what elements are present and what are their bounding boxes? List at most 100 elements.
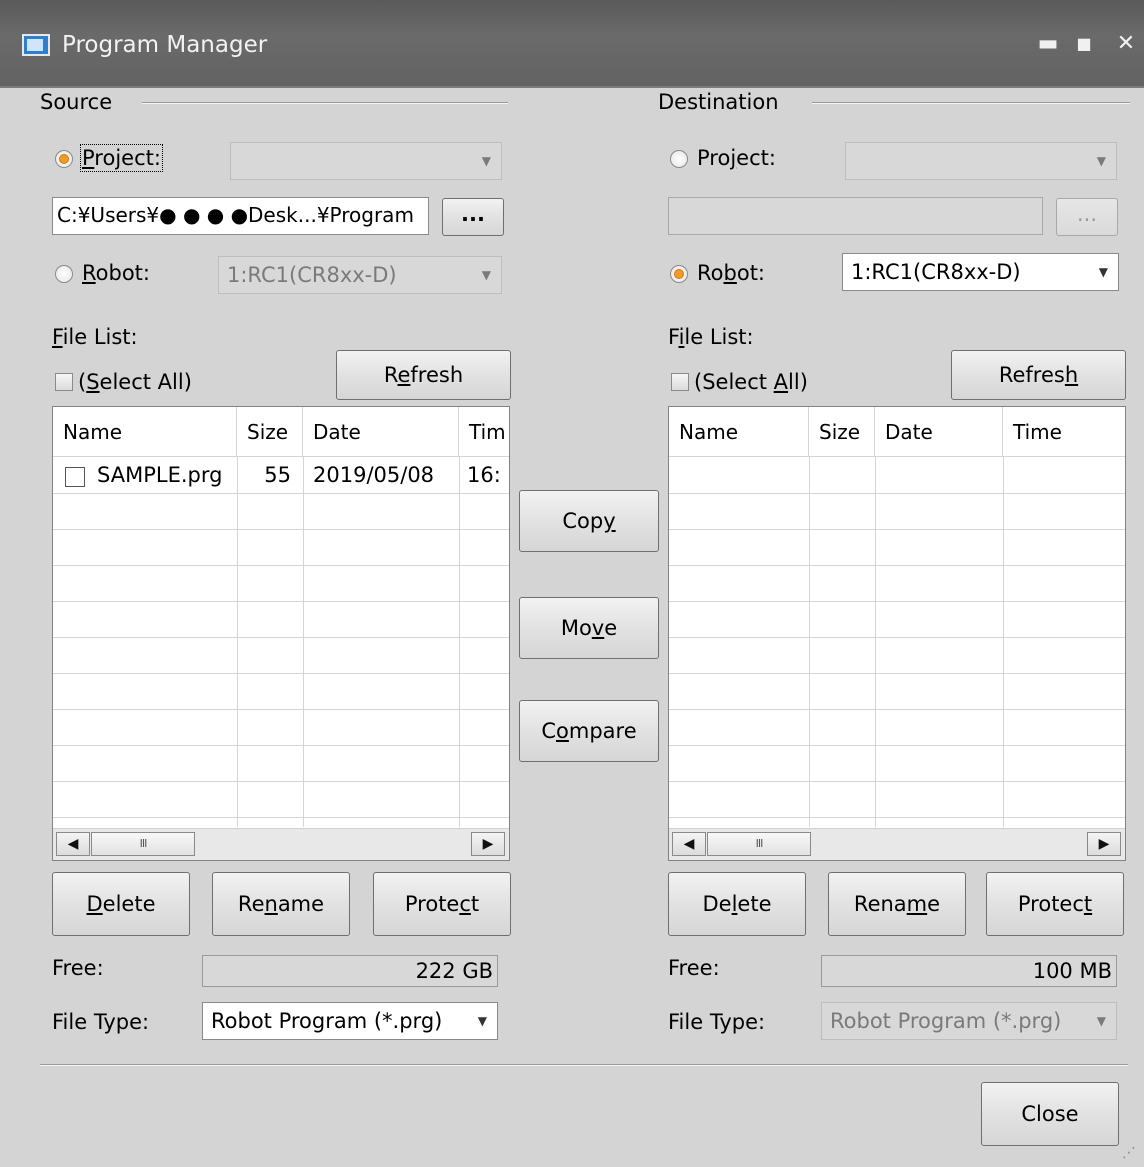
source-refresh-button[interactable]: Refresh [336,350,511,400]
app-icon [22,34,50,56]
chevron-down-icon: ▼ [1096,154,1106,168]
source-group-divider [142,102,508,104]
maximize-icon[interactable]: ■ [1070,30,1098,58]
source-rename-button[interactable]: Rename [212,872,350,936]
chevron-down-icon: ▼ [477,1014,487,1028]
source-project-combo[interactable]: ▼ [230,142,502,180]
source-delete-button[interactable]: Delete [52,872,190,936]
grid-column-line [1003,457,1004,827]
close-button[interactable]: Close [981,1082,1119,1146]
destination-robot-label[interactable]: Robot: [697,261,765,285]
source-column-size[interactable]: Size [237,407,303,457]
resize-grip-icon[interactable]: ⋰ [1122,1145,1136,1161]
source-project-label[interactable]: Project: [80,144,163,172]
grid-row-line [53,493,509,494]
destination-file-type-combo[interactable]: Robot Program (*.prg) ▼ [821,1002,1117,1040]
chevron-down-icon: ▼ [481,268,491,282]
grid-row-line [669,601,1125,602]
grid-row-line [53,745,509,746]
source-group-label: Source [40,90,113,114]
destination-file-type-value: Robot Program (*.prg) [830,1009,1062,1033]
destination-horizontal-scrollbar[interactable]: ◀ III ▶ [669,828,1125,860]
window-title: Program Manager [62,32,268,58]
destination-group-divider [812,102,1130,104]
destination-browse-button[interactable]: ... [1056,198,1118,236]
scroll-right-icon[interactable]: ▶ [471,832,505,856]
destination-file-list[interactable]: Name Size Date Time ◀ III ▶ [668,406,1126,861]
source-free-label: Free: [52,956,104,980]
source-project-radio[interactable] [55,150,73,168]
row-size: 55 [264,463,291,487]
grid-row-line [53,565,509,566]
source-column-name[interactable]: Name [53,407,237,457]
destination-refresh-button[interactable]: Refresh [951,350,1126,400]
grid-row-line [53,817,509,818]
grid-row-line [53,673,509,674]
source-file-type-combo[interactable]: Robot Program (*.prg) ▼ [202,1002,498,1040]
source-select-all-checkbox[interactable] [55,373,73,391]
grid-row-line [669,817,1125,818]
chevron-down-icon: ▼ [1096,1014,1106,1028]
row-checkbox[interactable] [65,467,85,487]
grid-row-line [669,673,1125,674]
source-browse-button[interactable]: ... [442,198,504,236]
source-free-value: 222 GB [202,955,498,987]
source-path-field[interactable]: C:¥Users¥● ● ● ●Desk...¥Program [52,197,429,235]
source-select-all-label[interactable]: (Select All) [78,370,192,394]
destination-column-date[interactable]: Date [875,407,1003,457]
compare-button[interactable]: Compare [519,700,659,762]
destination-free-label: Free: [668,956,720,980]
destination-rename-button[interactable]: Rename [828,872,966,936]
source-robot-combo[interactable]: 1:RC1(CR8xx-D) ▼ [218,256,502,294]
grid-column-line [237,457,238,827]
destination-robot-radio[interactable] [670,265,688,283]
row-time: 16: [467,463,501,487]
scroll-thumb[interactable]: III [91,832,195,856]
grid-column-line [809,457,810,827]
source-robot-radio[interactable] [55,265,73,283]
minimize-icon[interactable]: ▬ [1034,30,1062,58]
grid-column-line [459,457,460,827]
grid-row-line [669,781,1125,782]
grid-row-line [53,601,509,602]
source-protect-button[interactable]: Protect [373,872,511,936]
destination-select-all-label[interactable]: (Select All) [694,370,808,394]
source-horizontal-scrollbar[interactable]: ◀ III ▶ [53,828,509,860]
scroll-left-icon[interactable]: ◀ [56,832,90,856]
copy-button[interactable]: Copy [519,490,659,552]
destination-path-field[interactable] [668,197,1043,235]
grid-row-line [669,565,1125,566]
grid-row-line [669,745,1125,746]
grid-row-line [53,709,509,710]
grid-row-line [669,637,1125,638]
grid-row-line [53,637,509,638]
source-column-date[interactable]: Date [303,407,459,457]
destination-column-size[interactable]: Size [809,407,875,457]
destination-column-name[interactable]: Name [669,407,809,457]
destination-project-combo[interactable]: ▼ [845,142,1117,180]
grid-column-line [875,457,876,827]
scroll-right-icon[interactable]: ▶ [1087,832,1121,856]
scroll-left-icon[interactable]: ◀ [672,832,706,856]
destination-file-list-label: File List: [668,325,754,349]
grid-row-line [53,529,509,530]
source-robot-combo-value: 1:RC1(CR8xx-D) [227,263,397,287]
footer-divider [40,1064,1128,1066]
destination-column-time[interactable]: Time [1003,407,1125,457]
destination-select-all-checkbox[interactable] [671,373,689,391]
title-bar[interactable]: Program Manager ▬ ■ ✕ [0,0,1144,88]
row-name: SAMPLE.prg [97,463,223,487]
move-button[interactable]: Move [519,597,659,659]
destination-project-label[interactable]: Project: [697,146,776,170]
source-robot-label[interactable]: Robot: [82,261,150,285]
destination-robot-combo[interactable]: 1:RC1(CR8xx-D) ▼ [842,253,1119,291]
source-column-time[interactable]: Tim [459,407,509,457]
source-file-list[interactable]: Name Size Date Tim SAMPLE.prg 55 2019/05… [52,406,510,861]
destination-project-radio[interactable] [670,150,688,168]
source-file-type-value: Robot Program (*.prg) [211,1009,443,1033]
scroll-thumb[interactable]: III [707,832,811,856]
destination-protect-button[interactable]: Protect [986,872,1124,936]
close-icon[interactable]: ✕ [1112,30,1140,58]
row-date: 2019/05/08 [313,463,435,487]
destination-delete-button[interactable]: Delete [668,872,806,936]
